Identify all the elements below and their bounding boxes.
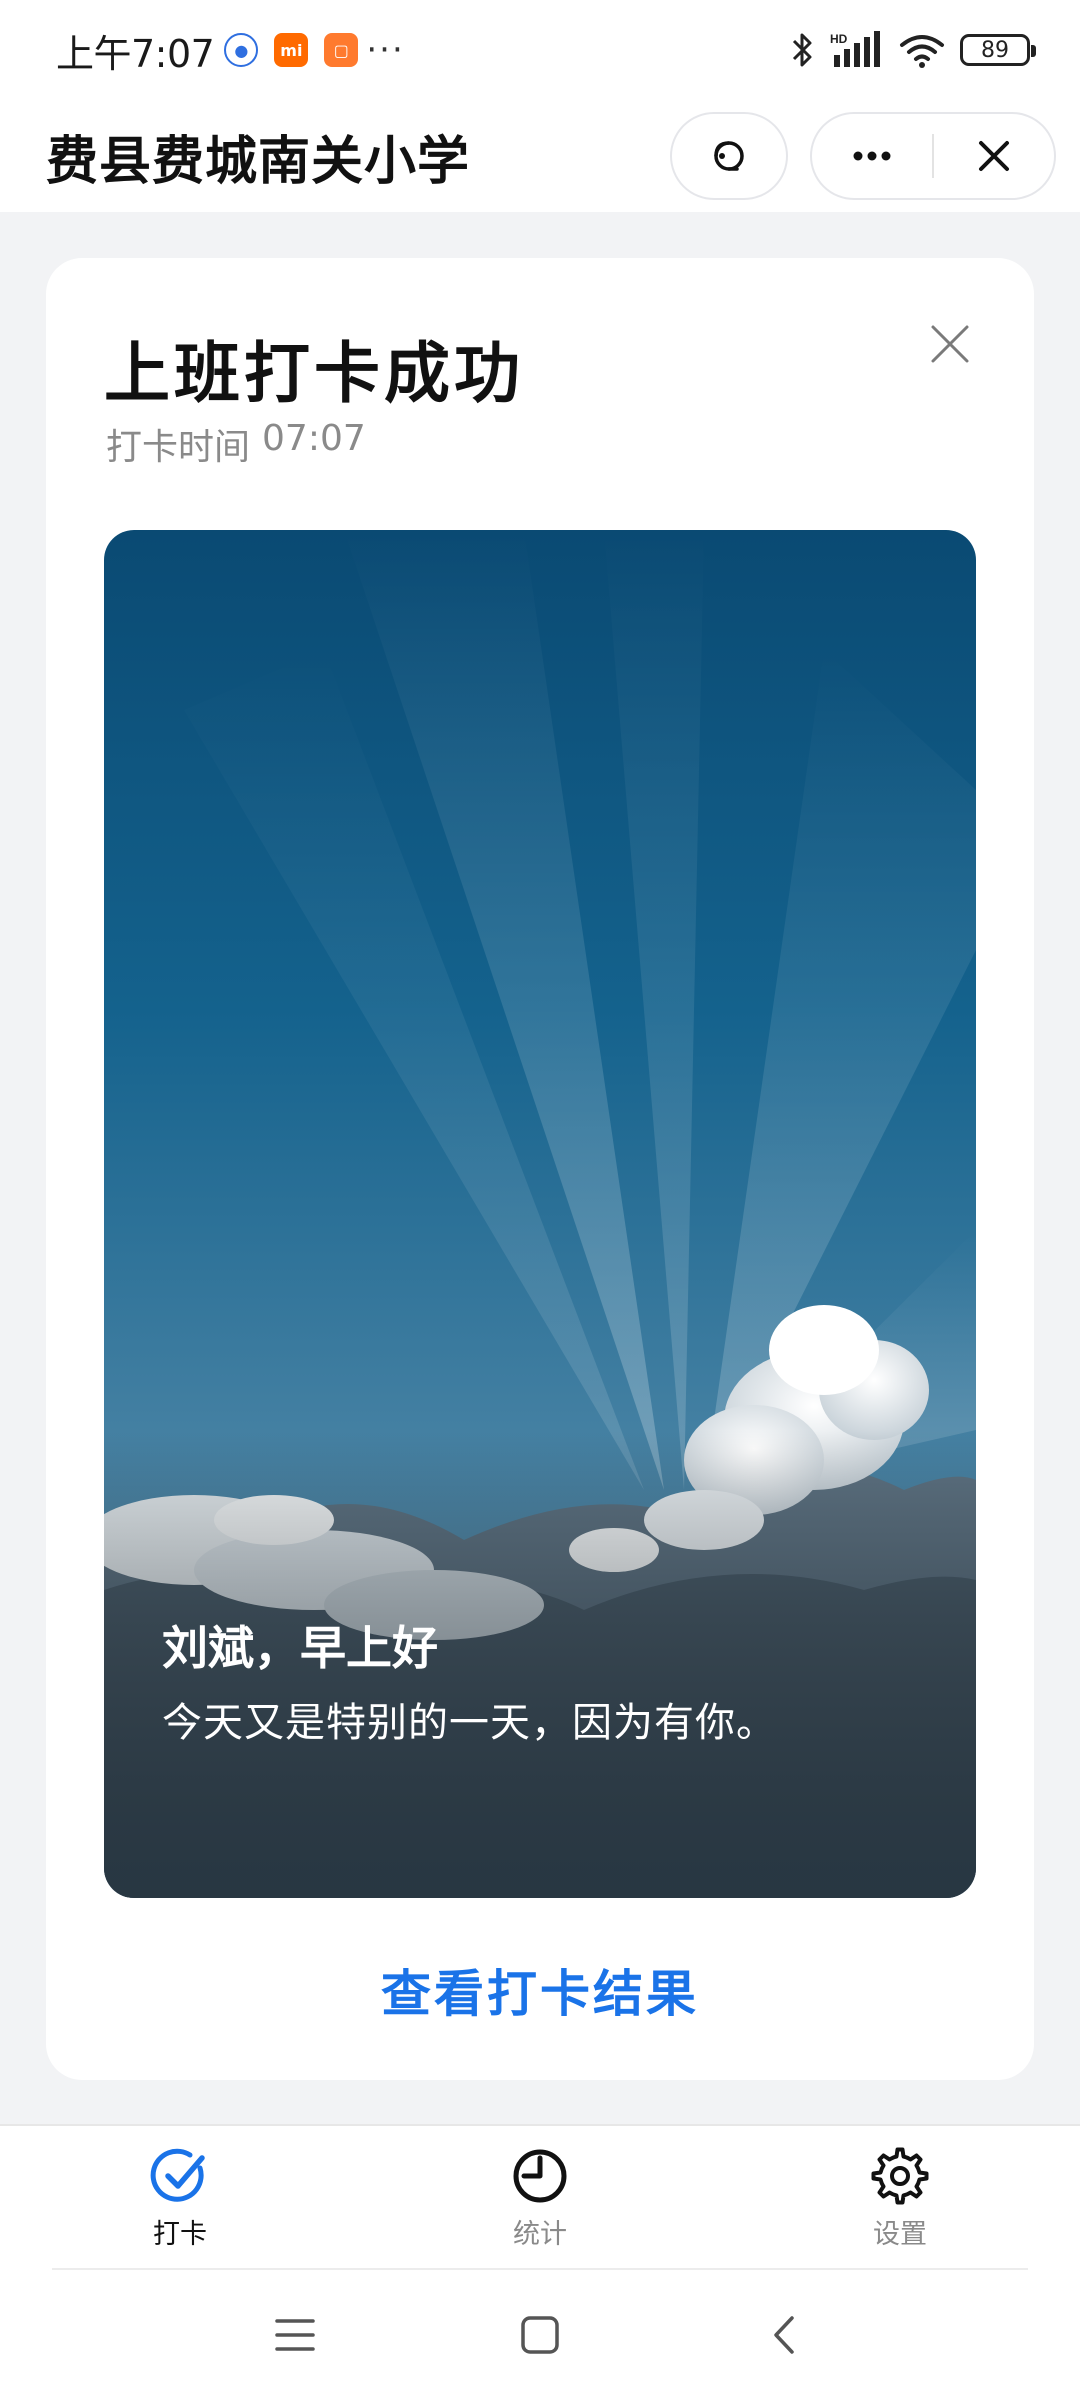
close-miniprogram-button[interactable] — [934, 114, 1054, 198]
tab-stats[interactable]: 统计 — [360, 2126, 720, 2270]
status-indicators: HD 89 — [790, 31, 1036, 69]
wifi-icon — [900, 35, 944, 68]
capsule-menu — [810, 112, 1056, 200]
gear-icon — [871, 2147, 929, 2204]
status-time: 上午7:07 — [56, 31, 215, 76]
customer-service-icon — [714, 141, 744, 171]
punch-time-label: 打卡时间 — [106, 427, 251, 468]
notification-icons: ● mi ▢ — [224, 33, 359, 67]
greeting-image: 刘斌，早上好 今天又是特别的一天，因为有你。 — [104, 530, 976, 1898]
punch-time: 打卡时间 07:07 — [106, 418, 366, 470]
check-circle-icon — [150, 2148, 205, 2202]
nav-back-button[interactable] — [760, 2310, 810, 2360]
more-button[interactable] — [812, 114, 932, 198]
menu-icon — [275, 2319, 315, 2351]
card-heading: 上班打卡成功 — [104, 335, 524, 412]
mi-shop-icon: ▢ — [324, 33, 359, 67]
tab-label: 统计 — [513, 2218, 567, 2250]
title-actions — [670, 112, 1056, 200]
system-nav-bar — [0, 2270, 1080, 2400]
greeting-text: 刘斌，早上好 — [162, 1621, 438, 1675]
mi-app-icon: mi — [274, 33, 309, 67]
nav-home-button[interactable] — [515, 2310, 565, 2360]
page-title: 费县费城南关小学 — [46, 131, 471, 192]
signal-icon: HD — [830, 31, 880, 67]
motto-text: 今天又是特别的一天，因为有你。 — [162, 1700, 777, 1746]
close-icon — [931, 325, 969, 363]
nav-menu-button[interactable] — [270, 2310, 320, 2360]
view-result-link[interactable]: 查看打卡结果 — [46, 1954, 1034, 2026]
tab-settings[interactable]: 设置 — [720, 2126, 1080, 2270]
title-bar: 费县费城南关小学 — [0, 100, 1080, 212]
status-bar: 上午7:07 ● mi ▢ ··· HD 89 — [0, 0, 1080, 100]
more-icon — [853, 151, 891, 161]
tab-label: 打卡 — [153, 2218, 207, 2250]
close-icon — [979, 141, 1009, 171]
customer-service-button[interactable] — [670, 112, 788, 200]
tab-punch[interactable]: 打卡 — [0, 2126, 360, 2270]
card-close-button[interactable] — [926, 320, 974, 368]
bluetooth-icon — [792, 33, 812, 67]
pie-chart-icon — [513, 2149, 567, 2202]
bottom-tab-bar: 打卡 统计 设置 — [0, 2124, 1080, 2270]
battery-indicator: 89 — [960, 34, 1036, 66]
back-chevron-icon — [774, 2316, 794, 2354]
home-square-icon — [521, 2316, 559, 2354]
status-more-icon: ··· — [366, 30, 405, 70]
baidu-app-icon: ● — [224, 33, 259, 67]
tab-label: 设置 — [873, 2218, 927, 2250]
punch-success-card: 上班打卡成功 打卡时间 07:07 刘斌，早上好 今天又是特别的一天，因为有你。… — [46, 258, 1034, 2080]
punch-time-value: 07:07 — [262, 418, 366, 459]
svg-text:HD: HD — [830, 32, 848, 46]
